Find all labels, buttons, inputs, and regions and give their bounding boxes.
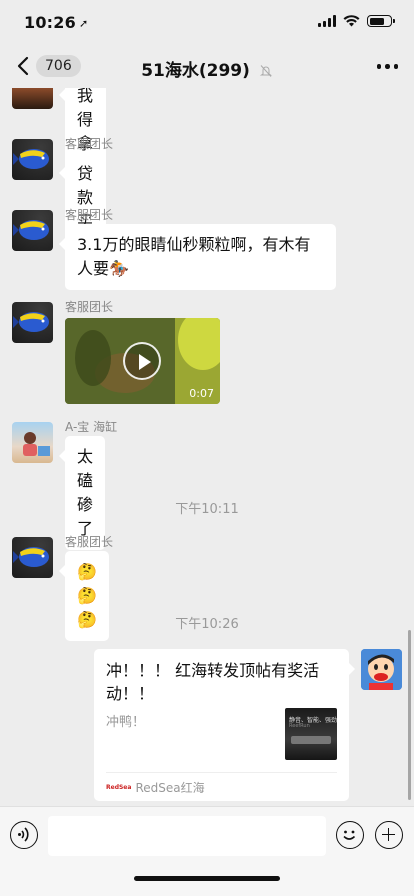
sender-avatar[interactable] (12, 139, 53, 180)
fish-avatar-image (13, 220, 49, 240)
fish-avatar-image (13, 149, 49, 169)
chat-title: 51海水(299) (0, 56, 414, 81)
voice-input-button[interactable] (10, 821, 38, 849)
message-text: 太磕碜了 (77, 447, 94, 538)
smiley-icon (343, 830, 356, 840)
home-indicator[interactable] (134, 876, 280, 881)
card-source-name: RedSea红海 (135, 781, 205, 795)
cartoon-avatar-image (361, 649, 402, 690)
add-more-button[interactable] (375, 821, 403, 849)
thumbnail-device (291, 736, 331, 744)
input-bar (0, 806, 414, 896)
timestamp: 下午10:26 (175, 617, 239, 632)
cellular-signal-icon (318, 15, 336, 27)
card-source: RedSea RedSea红海 (106, 772, 337, 801)
message-bubble[interactable]: 3.1万的眼睛仙秒颗粒啊，有木有人要🏇 (59, 224, 336, 290)
fish-avatar-image (13, 312, 49, 332)
timestamp: 下午10:11 (175, 502, 239, 517)
chat-messages[interactable]: 我得拿房子买鱼😳 客服团长 贷款买😁 客服团长 (0, 88, 414, 806)
voice-icon (18, 827, 29, 842)
mute-bell-icon (259, 65, 272, 77)
my-message-item: 冲！！！ 红海转发顶帖有奖活动！！ 冲鸭！ 静音、智能、强劲 ReefRun R… (12, 649, 402, 801)
sender-avatar[interactable] (12, 537, 53, 578)
my-avatar[interactable] (361, 649, 402, 690)
video-duration: 0:07 (189, 387, 214, 400)
time-text: 10:26 (24, 13, 76, 32)
sender-name: A-宝 海缸 (65, 420, 118, 434)
sender-name: 客服团长 (65, 535, 114, 549)
dot-icon (385, 64, 390, 69)
thumbnail-caption: ReefRun (289, 723, 310, 729)
card-thumbnail: 静音、智能、强劲 ReefRun (285, 708, 337, 760)
shared-link-card[interactable]: 冲！！！ 红海转发顶帖有奖活动！！ 冲鸭！ 静音、智能、强劲 ReefRun R… (94, 649, 355, 801)
chat-title-text: 51海水(299) (141, 61, 250, 81)
dot-icon (393, 64, 398, 69)
wifi-icon (343, 15, 360, 27)
sender-name: 客服团长 (65, 300, 114, 314)
sender-avatar[interactable] (12, 88, 53, 109)
fish-avatar-image (13, 547, 49, 567)
redsea-logo-icon: RedSea (106, 784, 132, 791)
scroll-indicator[interactable] (408, 630, 411, 800)
status-bar: 10:26 ➚ (0, 0, 414, 46)
emoji-button[interactable] (336, 821, 364, 849)
more-options-button[interactable] (376, 64, 398, 69)
sender-avatar[interactable] (12, 422, 53, 463)
card-title: 冲！！！ 红海转发顶帖有奖活动！！ (106, 661, 320, 703)
message-input[interactable] (48, 816, 326, 856)
sender-name: 客服团长 (65, 208, 114, 222)
nav-bar: 706 51海水(299) (0, 46, 414, 88)
sender-name: 客服团长 (65, 137, 114, 151)
person-avatar-image (23, 432, 50, 456)
battery-icon (367, 15, 395, 27)
sender-avatar[interactable] (12, 210, 53, 251)
status-icons (318, 15, 395, 27)
sender-avatar[interactable] (12, 302, 53, 343)
video-message[interactable]: 0:07 (65, 318, 220, 404)
location-arrow-icon: ➚ (78, 17, 89, 30)
dot-icon (376, 64, 381, 69)
status-time: 10:26 ➚ (24, 13, 88, 32)
message-text: 3.1万的眼睛仙秒颗粒啊，有木有人要🏇 (77, 235, 311, 278)
play-icon[interactable] (123, 342, 161, 380)
